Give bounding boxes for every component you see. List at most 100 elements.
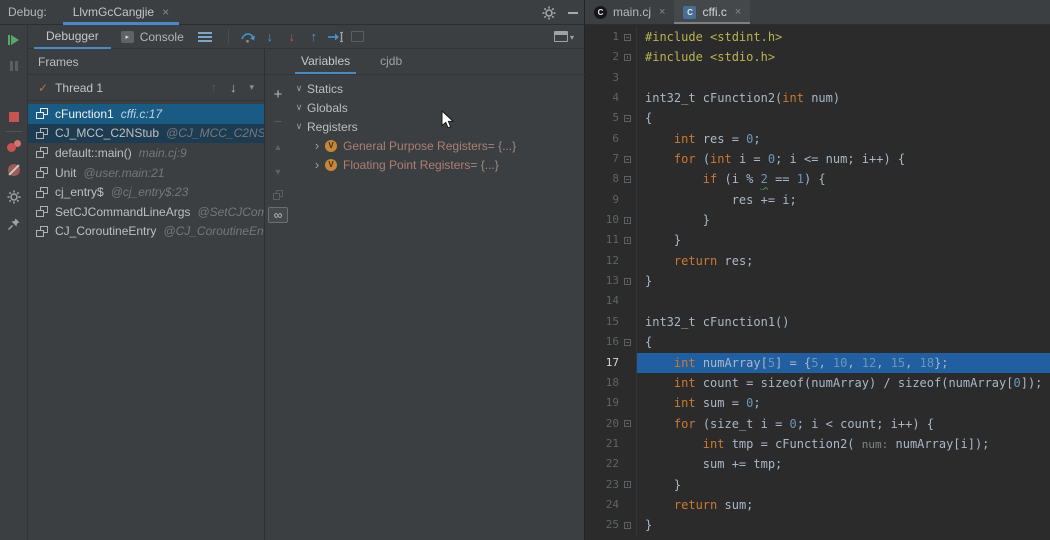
pause-button[interactable] [10,58,18,74]
pin-button[interactable] [7,217,21,236]
code-line-text[interactable]: } [637,475,1050,495]
code-line-text[interactable]: int res = 0; [637,129,1050,149]
code-line-text[interactable]: return sum; [637,495,1050,515]
fold-marker-icon[interactable] [624,54,631,61]
code-line-text[interactable]: res += i; [637,190,1050,210]
line-number[interactable]: 12 [585,251,619,271]
threads-view-icon[interactable] [198,30,212,44]
step-out-button[interactable]: ↑ [303,28,325,46]
line-number[interactable]: 7 [585,149,619,169]
line-number[interactable]: 15 [585,312,619,332]
code-line-text[interactable]: return res; [637,251,1050,271]
fold-marker-icon[interactable] [624,481,631,488]
chevron-right-icon[interactable]: › [309,160,325,170]
line-number[interactable]: 10 [585,210,619,230]
fold-marker-icon[interactable] [624,115,631,122]
line-number[interactable]: 16 [585,332,619,352]
code-line-text[interactable]: int numArray[5] = {5, 10, 12, 15, 18}; [637,353,1050,373]
line-number[interactable]: 8 [585,169,619,189]
code-line-text[interactable]: int32_t cFunction2(int num) [637,88,1050,108]
close-icon[interactable]: × [735,6,741,18]
code-line-text[interactable]: } [637,230,1050,250]
variables-tree-row[interactable]: ›VGeneral Purpose Registers = {...} [291,136,585,155]
tab-cjdb[interactable]: cjdb [374,54,408,74]
tab-debugger[interactable]: Debugger [34,25,111,49]
move-watch-down-button[interactable]: ▼ [274,163,283,181]
view-breakpoints-button[interactable] [7,140,21,152]
line-number[interactable]: 1 [585,27,619,47]
close-icon[interactable]: × [659,6,665,18]
fold-marker-icon[interactable] [624,237,631,244]
step-into-button[interactable]: ↓ [259,28,281,46]
line-number[interactable]: 22 [585,454,619,474]
frame-down-icon[interactable]: ↓ [230,80,237,95]
stack-frame-row[interactable]: CJ_CoroutineEntry@CJ_CoroutineEntry: [28,222,264,242]
line-number[interactable]: 4 [585,88,619,108]
line-number[interactable]: 5 [585,108,619,128]
thread-selector[interactable]: ✓ Thread 1 ↑ ↓ ▾ [28,75,264,101]
code-line-text[interactable]: int sum = 0; [637,393,1050,413]
stack-frame-row[interactable]: CJ_MCC_C2NStub@CJ_MCC_C2NStub:7 [28,124,264,144]
step-over-button[interactable] [237,28,259,46]
debug-session-tab[interactable]: LlvmGcCangjie × [63,0,179,25]
code-line-text[interactable]: #include <stdio.h> [637,47,1050,67]
line-number[interactable]: 25 [585,515,619,535]
code-line-text[interactable]: int tmp = cFunction2( num: numArray[i]); [637,434,1050,454]
code-line-text[interactable]: { [637,108,1050,128]
close-icon[interactable]: × [162,5,169,19]
line-number[interactable]: 19 [585,393,619,413]
stop-button[interactable] [9,112,19,122]
line-number[interactable]: 9 [585,190,619,210]
line-number[interactable]: 23 [585,475,619,495]
line-number[interactable]: 11 [585,230,619,250]
fold-marker-icon[interactable] [624,278,631,285]
chevron-down-icon[interactable]: ∨ [291,83,307,94]
code-line-text[interactable]: int32_t cFunction1() [637,312,1050,332]
line-number[interactable]: 20 [585,414,619,434]
stack-frame-row[interactable]: default::main()main.cj:9 [28,143,264,163]
code-line-text[interactable]: int count = sizeof(numArray) / sizeof(nu… [637,373,1050,393]
fold-marker-icon[interactable] [624,34,631,41]
evaluate-expression-button[interactable] [347,28,369,46]
code-editor[interactable]: 1#include <stdint.h>2#include <stdio.h>3… [585,25,1050,540]
code-line-text[interactable]: sum += tmp; [637,454,1050,474]
fold-marker-icon[interactable] [624,217,631,224]
watches-toggle-button[interactable]: ∞ [268,207,288,223]
chevron-right-icon[interactable]: › [309,141,325,151]
resume-button[interactable] [8,32,19,48]
line-number[interactable]: 6 [585,129,619,149]
stack-frame-row[interactable]: Unit@user.main:21 [28,163,264,183]
stack-frame-row[interactable]: cj_entry$@cj_entry$:23 [28,182,264,202]
line-number[interactable]: 24 [585,495,619,515]
chevron-down-icon[interactable]: ∨ [291,102,307,113]
code-line-text[interactable]: for (int i = 0; i <= num; i++) { [637,149,1050,169]
fold-marker-icon[interactable] [624,339,631,346]
stack-frame-row[interactable]: SetCJCommandLineArgs@SetCJCommandLineArg… [28,202,264,222]
add-watch-button[interactable]: + [274,85,283,103]
fold-marker-icon[interactable] [624,420,631,427]
minimize-icon[interactable] [568,12,578,14]
force-step-into-button[interactable]: ↓ [281,28,303,46]
move-watch-up-button[interactable]: ▲ [274,138,283,156]
code-line-text[interactable]: for (size_t i = 0; i < count; i++) { [637,414,1050,434]
code-line-text[interactable]: } [637,210,1050,230]
tab-console[interactable]: ▸ Console [111,25,194,49]
mute-breakpoints-button[interactable] [8,164,20,176]
tab-variables[interactable]: Variables [295,54,356,74]
variables-tree-row[interactable]: ∨Registers [291,117,585,136]
run-to-cursor-button[interactable] [325,28,347,46]
code-line-text[interactable] [637,291,1050,311]
editor-tab-main.cj[interactable]: Cmain.cj× [585,0,674,24]
line-number[interactable]: 3 [585,68,619,88]
gear-icon[interactable] [542,6,556,20]
editor-tab-cffi.c[interactable]: Ccffi.c× [674,0,750,24]
duplicate-watch-button[interactable] [273,190,283,200]
code-line-text[interactable]: } [637,271,1050,291]
remove-watch-button[interactable]: − [274,112,282,130]
settings-button[interactable] [7,190,21,204]
code-line-text[interactable] [637,68,1050,88]
chevron-down-icon[interactable]: ∨ [291,121,307,132]
code-line-text[interactable]: if (i % 2 == 1) { [637,169,1050,189]
stack-frame-row[interactable]: cFunction1cffi.c:17 [28,104,264,124]
code-line-text[interactable]: } [637,515,1050,535]
